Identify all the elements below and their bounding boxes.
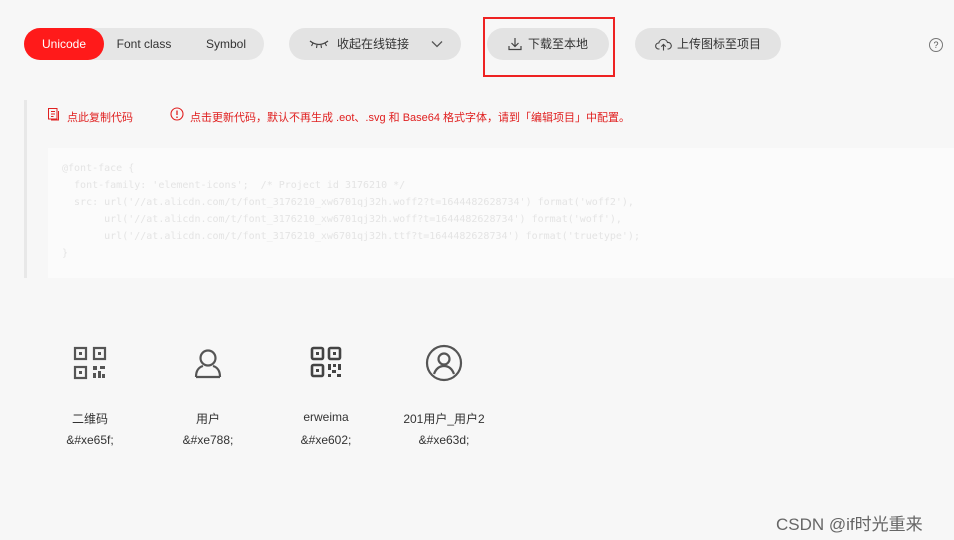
code-line: url('//at.alicdn.com/t/font_3176210_xw67…: [62, 231, 640, 242]
icon-code: &#xe602;: [300, 433, 352, 447]
collapse-link-label: 收起在线链接: [337, 37, 410, 51]
code-line: src: url('//at.alicdn.com/t/font_3176210…: [62, 197, 634, 208]
icon-card[interactable]: 用户 &#xe788;: [158, 340, 258, 450]
warning-circle-icon: [170, 107, 184, 126]
tab-symbol[interactable]: Symbol: [196, 28, 256, 60]
code-block-divider: [24, 100, 27, 278]
user-circle-icon: [425, 344, 463, 382]
icon-name: erweima: [303, 410, 349, 424]
icon-card[interactable]: erweima &#xe602;: [276, 340, 376, 450]
icon-name: 二维码: [71, 412, 108, 426]
help-icon[interactable]: ?: [929, 38, 943, 52]
update-notice-text: 点击更新代码，默认不再生成 .eot、.svg 和 Base64 格式字体，请到…: [190, 111, 631, 124]
icon-code: &#xe65f;: [66, 433, 114, 447]
copy-code-button[interactable]: 点此复制代码: [47, 107, 133, 126]
code-line: url('//at.alicdn.com/t/font_3176210_xw67…: [62, 214, 622, 225]
upload-to-project-button[interactable]: 上传图标至项目: [635, 28, 781, 60]
cloud-upload-icon: [655, 38, 672, 51]
chevron-down-icon: [431, 40, 443, 48]
copy-icon: [47, 107, 61, 126]
highlight-box: [483, 17, 615, 77]
icon-card[interactable]: 201用户_用户2 &#xe63d;: [384, 340, 504, 450]
tab-unicode[interactable]: Unicode: [24, 28, 104, 60]
tab-font-class[interactable]: Font class: [108, 28, 180, 60]
font-face-code-block: @font-face { font-family: 'element-icons…: [48, 148, 954, 278]
copy-code-label: 点此复制代码: [67, 111, 133, 124]
code-line: }: [62, 248, 69, 259]
collapse-link-button[interactable]: 收起在线链接: [289, 28, 461, 60]
icon-card[interactable]: 二维码 &#xe65f;: [40, 340, 140, 450]
eye-closed-icon: [309, 39, 329, 49]
icon-code: &#xe63d;: [418, 433, 470, 447]
icon-name: 用户: [195, 412, 220, 426]
user-icon: [194, 349, 222, 379]
watermark: CSDN @if时光重来: [776, 515, 923, 534]
icon-name: 201用户_用户2: [403, 412, 485, 426]
tab-switcher: Unicode Font class Symbol: [24, 28, 264, 60]
update-notice[interactable]: 点击更新代码，默认不再生成 .eot、.svg 和 Base64 格式字体，请到…: [170, 107, 630, 126]
icon-code: &#xe788;: [182, 433, 234, 447]
code-line: font-family: 'element-icons'; /* Project…: [62, 180, 406, 191]
qrcode-alt-icon: [310, 346, 342, 378]
upload-label: 上传图标至项目: [676, 37, 761, 51]
qrcode-icon: [73, 346, 107, 380]
code-line: @font-face {: [62, 163, 135, 174]
